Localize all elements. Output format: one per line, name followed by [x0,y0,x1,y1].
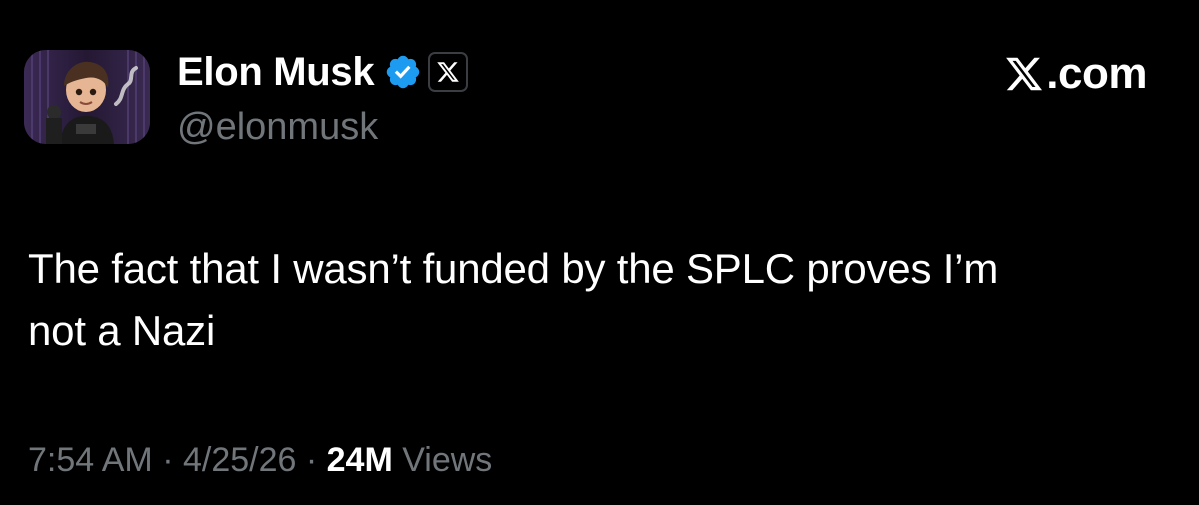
post-date[interactable]: 4/25/26 [183,441,296,479]
meta-separator: · [296,441,327,479]
brand-mark: .com [1004,47,1147,101]
views-label: Views [392,441,493,479]
x-logo-icon [1006,57,1043,91]
author-handle[interactable]: @elonmusk [177,103,378,151]
author-name-row: Elon Musk [177,47,469,97]
verified-badge-icon [387,55,420,89]
post-time[interactable]: 7:54 AM [28,441,153,479]
post-text-line: The fact that I wasn’t funded by the SPL… [28,245,999,292]
views-count[interactable]: 24M [327,441,393,479]
brand-domain-text: .com [1046,49,1147,98]
post-metadata: 7:54 AM · 4/25/26 · 24M Views [28,436,492,484]
avatar[interactable] [24,50,150,144]
x-affiliation-badge[interactable] [428,52,469,92]
tweet-card: Elon Musk @elonmusk .com The fact that I… [0,0,1199,505]
post-text: The fact that I wasn’t funded by the SPL… [28,238,1178,362]
meta-separator: · [152,441,183,479]
avatar-image [24,50,150,144]
x-affiliation-icon [437,62,460,82]
post-text-line: not a Nazi [28,307,216,354]
author-display-name[interactable]: Elon Musk [177,47,375,97]
